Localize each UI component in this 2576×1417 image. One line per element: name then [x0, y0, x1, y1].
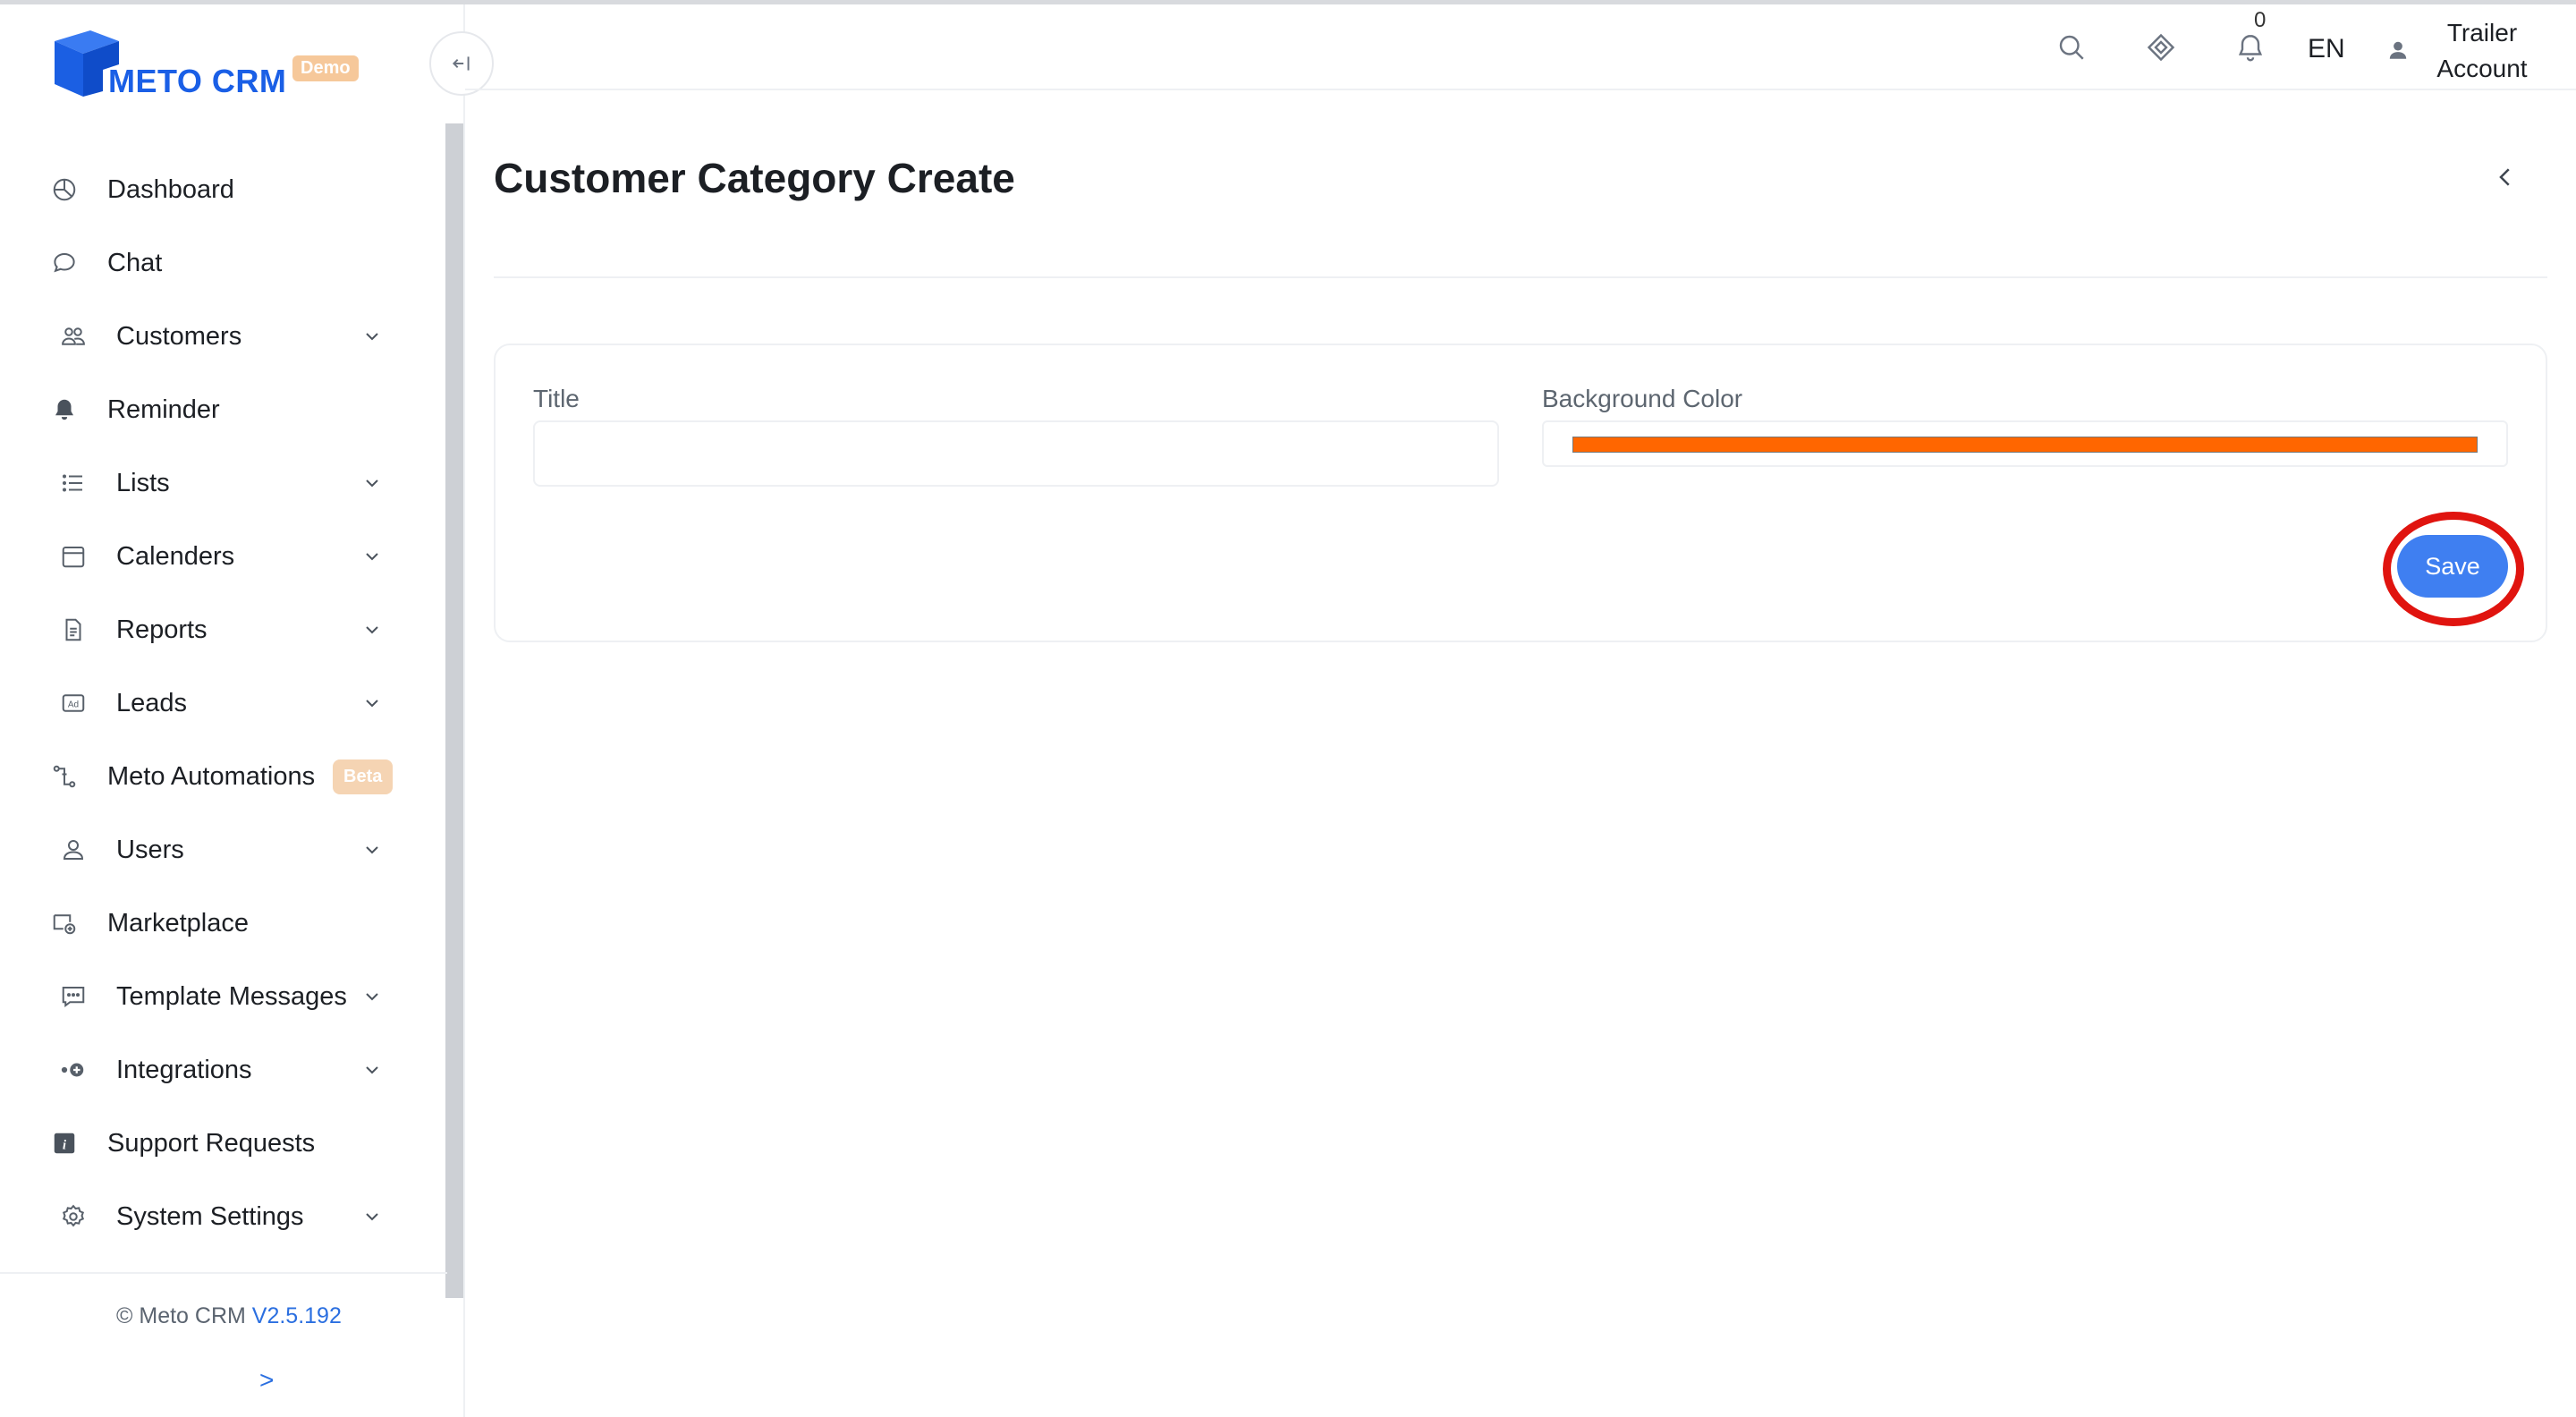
sidebar-item-users[interactable]: Users — [0, 819, 438, 881]
notification-count: 0 — [2254, 8, 2267, 32]
sidebar-item-label: Reminder — [107, 395, 220, 424]
chevron-down-icon — [366, 626, 378, 634]
app-logo[interactable]: METO CRM Demo — [49, 27, 371, 107]
sidebar-item-calenders[interactable]: Calenders — [0, 525, 438, 588]
svg-text:Ad: Ad — [68, 700, 79, 709]
color-swatch — [1572, 437, 2478, 453]
document-icon — [59, 615, 88, 644]
background-color-picker[interactable] — [1542, 420, 2508, 467]
sidebar-item-label: Dashboard — [107, 174, 234, 204]
sidebar-item-customers[interactable]: Customers — [0, 305, 438, 368]
info-icon: i — [50, 1129, 79, 1158]
chevron-down-icon — [366, 993, 378, 1001]
user-icon — [59, 836, 88, 864]
chevron-down-icon — [366, 700, 378, 708]
sidebar-item-label: Leads — [116, 688, 188, 717]
back-chevron-icon[interactable] — [2492, 161, 2519, 193]
sidebar-item-label: Marketplace — [107, 908, 249, 938]
list-icon — [59, 469, 88, 497]
sidebar-item-reports[interactable]: Reports — [0, 598, 438, 661]
user-account-menu[interactable]: Trailer Account — [2415, 15, 2549, 87]
sidebar: METO CRM Demo Dashboard Chat Customers R… — [0, 4, 465, 1417]
background-color-label: Background Color — [1542, 385, 1743, 412]
chevron-down-icon — [366, 1066, 378, 1074]
sidebar-item-label: Reports — [116, 615, 208, 644]
user-name-line1: Trailer — [2446, 19, 2518, 47]
bell-icon — [50, 395, 79, 424]
chevron-down-icon — [366, 333, 378, 341]
sidebar-item-label: Lists — [116, 468, 170, 497]
chat-bubble-icon — [50, 249, 79, 277]
save-button[interactable]: Save — [2397, 535, 2508, 598]
title-input[interactable] — [533, 420, 1499, 487]
logo-text: METO CRM — [108, 63, 287, 99]
pie-chart-icon — [50, 175, 79, 204]
sidebar-item-label: System Settings — [116, 1201, 304, 1231]
sidebar-item-template-messages[interactable]: Template Messages — [0, 965, 438, 1028]
top-header: 0 EN Trailer Account — [465, 4, 2576, 90]
chevron-down-icon — [366, 479, 378, 488]
language-selector[interactable]: EN — [2308, 34, 2345, 64]
title-divider — [494, 276, 2547, 278]
automation-icon — [50, 762, 79, 791]
sidebar-item-chat[interactable]: Chat — [0, 232, 438, 294]
demo-badge: Demo — [292, 55, 359, 81]
title-field-label: Title — [533, 385, 580, 412]
sidebar-item-leads[interactable]: Ad Leads — [0, 672, 438, 734]
users-icon — [59, 322, 88, 351]
page-title: Customer Category Create — [494, 155, 1015, 201]
notification-bell-icon[interactable] — [2234, 31, 2267, 64]
sidebar-item-label: Chat — [107, 248, 163, 277]
sidebar-item-system-settings[interactable]: System Settings — [0, 1185, 438, 1248]
sidebar-footer-divider — [0, 1272, 447, 1274]
ad-icon: Ad — [59, 689, 88, 717]
beta-badge: Beta — [333, 759, 394, 794]
apps-diamond-icon[interactable] — [2145, 31, 2177, 64]
search-icon[interactable] — [2055, 31, 2088, 64]
sidebar-item-integrations[interactable]: Integrations — [0, 1039, 438, 1101]
copyright-label: © Meto CRM — [116, 1303, 246, 1328]
version-link[interactable]: V2.5.192 — [252, 1303, 342, 1328]
chevron-down-icon — [366, 553, 378, 561]
sidebar-item-label: Integrations — [116, 1055, 252, 1084]
integration-icon — [59, 1056, 88, 1084]
message-template-icon — [59, 982, 88, 1011]
sidebar-item-label: Meto Automations — [107, 761, 316, 791]
sidebar-item-support-requests[interactable]: i Support Requests — [0, 1112, 438, 1175]
chevron-down-icon — [366, 1213, 378, 1221]
sidebar-item-label: Support Requests — [107, 1128, 316, 1158]
sidebar-scrollbar[interactable] — [445, 123, 463, 1298]
sidebar-item-lists[interactable]: Lists — [0, 452, 438, 514]
user-name-line2: Account — [2436, 55, 2528, 82]
sidebar-item-reminder[interactable]: Reminder — [0, 378, 438, 441]
chevron-down-icon — [366, 846, 378, 854]
sidebar-item-label: Template Messages — [116, 981, 347, 1011]
sidebar-item-label: Calenders — [116, 541, 235, 571]
sidebar-item-label: Users — [116, 835, 184, 864]
copyright-text: © Meto CRM V2.5.192 — [116, 1303, 342, 1329]
sidebar-item-meto-automations[interactable]: Meto Automations Beta — [0, 745, 438, 808]
sidebar-expand-button[interactable]: > — [259, 1366, 274, 1395]
category-form-card — [494, 344, 2547, 642]
sidebar-item-marketplace[interactable]: Marketplace — [0, 892, 438, 955]
account-icon — [2386, 38, 2410, 62]
marketplace-icon — [50, 909, 79, 938]
sidebar-item-label: Customers — [116, 321, 242, 351]
calendar-icon — [59, 542, 88, 571]
gear-icon — [59, 1202, 88, 1231]
sidebar-item-dashboard[interactable]: Dashboard — [0, 158, 438, 221]
